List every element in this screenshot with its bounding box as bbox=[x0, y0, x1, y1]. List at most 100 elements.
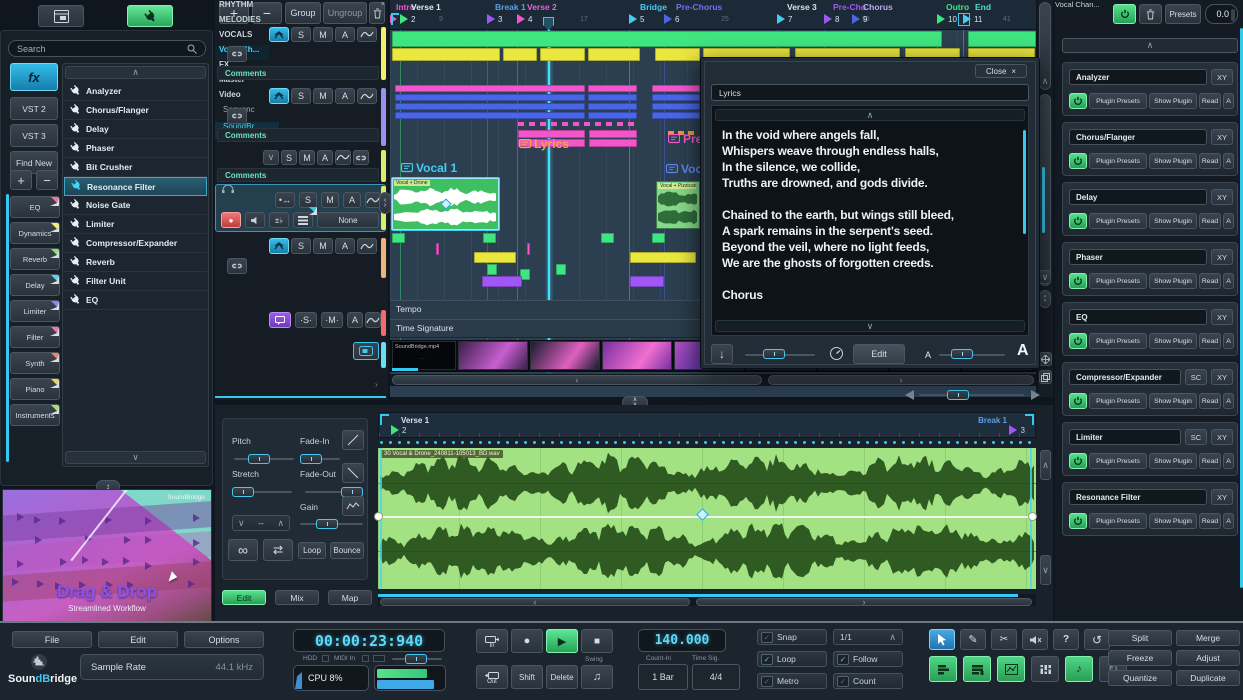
rack-presets-button[interactable]: Presets bbox=[1165, 4, 1201, 24]
category-dynamics[interactable]: Dynamics bbox=[10, 222, 60, 244]
pattern-clip[interactable] bbox=[630, 252, 696, 263]
hscroll-left-piece[interactable]: ‹ bbox=[392, 375, 762, 385]
plugin-presets-button[interactable]: Plugin Presets bbox=[1089, 93, 1147, 109]
menu-edit[interactable]: Edit bbox=[98, 631, 178, 648]
pattern-clip[interactable] bbox=[652, 85, 700, 92]
pattern-clip[interactable] bbox=[395, 112, 585, 119]
show-plugin-button[interactable]: Show Plugin bbox=[1149, 93, 1197, 109]
vsplitter-handle[interactable]: ‹› bbox=[1039, 290, 1051, 308]
slot-power-button[interactable] bbox=[1069, 153, 1087, 169]
slot-power-button[interactable] bbox=[1069, 333, 1087, 349]
plugin-item-limiter[interactable]: Limiter bbox=[64, 215, 207, 234]
comments-bar[interactable]: Comments bbox=[217, 66, 379, 80]
rack-slot-name[interactable]: Phaser bbox=[1069, 249, 1207, 265]
editor-hscrollbar[interactable]: ‹ › bbox=[378, 594, 1036, 606]
scissors-tool[interactable]: ✂ bbox=[991, 629, 1017, 650]
section-marker[interactable] bbox=[937, 14, 945, 24]
pattern-clip[interactable] bbox=[588, 112, 637, 119]
pattern-clip[interactable] bbox=[436, 243, 439, 255]
slot-power-button[interactable] bbox=[1069, 273, 1087, 289]
select-tool[interactable] bbox=[929, 629, 955, 650]
track-auto-button[interactable]: A bbox=[317, 150, 333, 165]
track-auto-button[interactable]: A bbox=[335, 238, 355, 254]
video-thumbnail[interactable] bbox=[602, 341, 672, 370]
plugin-presets-button[interactable]: Plugin Presets bbox=[1089, 333, 1147, 349]
audio-clip[interactable]: Vocal + Drone bbox=[392, 178, 499, 230]
slot-auto-button[interactable]: A bbox=[1223, 93, 1234, 109]
checkbox-metro[interactable]: ✓Metro bbox=[757, 673, 827, 689]
time-sig-field[interactable]: 4/4 bbox=[692, 664, 740, 690]
section-marker[interactable] bbox=[400, 14, 408, 24]
track-automation-curve-button[interactable] bbox=[357, 88, 377, 104]
track-link-button[interactable] bbox=[227, 46, 247, 62]
vscroll-down-button[interactable]: ∨ bbox=[1039, 270, 1051, 284]
audio-clip[interactable]: Vocal + Pizzicato bbox=[656, 181, 700, 229]
close-button[interactable]: Close× bbox=[975, 64, 1027, 78]
promo-banner[interactable]: SoundBridge Drag & Drop Streamlined Work… bbox=[2, 489, 212, 629]
lyrics-slider1[interactable] bbox=[763, 349, 785, 359]
category-delay[interactable]: Delay bbox=[10, 274, 60, 296]
track-record-button[interactable]: ● bbox=[221, 212, 241, 228]
lyrics-scroll-down[interactable]: ∨ bbox=[715, 320, 1025, 332]
track-collapse-button[interactable] bbox=[269, 27, 289, 42]
search-input[interactable]: Search bbox=[8, 40, 206, 57]
slot-auto-button[interactable]: A bbox=[1223, 513, 1234, 529]
punch-in-button[interactable]: In bbox=[476, 629, 508, 653]
plugin-item-eq[interactable]: EQ bbox=[64, 291, 207, 310]
section-marker[interactable] bbox=[487, 14, 495, 24]
section-marker[interactable] bbox=[824, 14, 832, 24]
pattern-clip[interactable] bbox=[630, 276, 664, 287]
track-name-video[interactable]: Video bbox=[215, 90, 275, 105]
plugin-item-analyzer[interactable]: Analyzer bbox=[64, 82, 207, 101]
track-master-auto-button[interactable]: A bbox=[347, 312, 363, 328]
plugin-item-compressor-expander[interactable]: Compressor/Expander bbox=[64, 234, 207, 253]
read-button[interactable]: Read bbox=[1199, 393, 1221, 409]
grid-size-dropdown[interactable]: 1/1∧ bbox=[833, 629, 903, 645]
slot-power-button[interactable] bbox=[1069, 213, 1087, 229]
slot-power-button[interactable] bbox=[1069, 453, 1087, 469]
lyrics-edit-button[interactable]: Edit bbox=[853, 344, 905, 364]
show-plugin-button[interactable]: Show Plugin bbox=[1149, 333, 1197, 349]
pan-tool-icon[interactable] bbox=[1039, 352, 1052, 366]
pitch-slider[interactable] bbox=[248, 454, 270, 464]
show-plugin-button[interactable]: Show Plugin bbox=[1149, 513, 1197, 529]
action-quantize[interactable]: Quantize bbox=[1108, 670, 1172, 686]
add-category-button[interactable]: + bbox=[10, 170, 32, 190]
piano-roll-button[interactable] bbox=[929, 656, 957, 682]
show-plugin-button[interactable]: Show Plugin bbox=[1149, 213, 1197, 229]
time-display[interactable]: 00:00:23:940 bbox=[293, 629, 445, 652]
action-duplicate[interactable]: Duplicate bbox=[1176, 670, 1240, 686]
rack-slot-name[interactable]: Delay bbox=[1069, 189, 1207, 205]
category-eq[interactable]: EQ bbox=[10, 196, 60, 218]
stretch-slider[interactable] bbox=[232, 487, 254, 497]
pattern-clip[interactable] bbox=[652, 94, 700, 101]
lanes-editor-button[interactable] bbox=[963, 656, 991, 682]
plugin-presets-button[interactable]: Plugin Presets bbox=[1089, 513, 1147, 529]
rack-slot-name[interactable]: Resonance Filter bbox=[1069, 489, 1207, 505]
rack-delete-button[interactable] bbox=[1139, 4, 1162, 24]
track-automation-curve-button[interactable] bbox=[335, 150, 351, 165]
pattern-clip[interactable] bbox=[652, 103, 700, 110]
track-lane-list-button[interactable] bbox=[293, 212, 313, 228]
action-split[interactable]: Split bbox=[1108, 630, 1172, 646]
plugin-presets-button[interactable]: Plugin Presets bbox=[1089, 393, 1147, 409]
category-limiter[interactable]: Limiter bbox=[10, 300, 60, 322]
pattern-clip[interactable] bbox=[589, 130, 637, 138]
xy-button[interactable]: XY bbox=[1211, 369, 1233, 385]
plugin-item-chorus-flanger[interactable]: Chorus/Flanger bbox=[64, 101, 207, 120]
tab-close-icon[interactable]: × bbox=[381, 1, 385, 8]
track-solo-button[interactable]: S bbox=[291, 88, 311, 104]
vscroll-top-piece[interactable]: ∧ bbox=[1039, 2, 1051, 90]
gain-slider[interactable] bbox=[316, 519, 338, 529]
plugin-presets-button[interactable]: Plugin Presets bbox=[1089, 273, 1147, 289]
count-in-field[interactable]: 1 Bar bbox=[638, 664, 688, 690]
track-automation-curve-button[interactable] bbox=[357, 238, 377, 254]
track-name-melodies[interactable]: MELODIES bbox=[215, 15, 265, 30]
track-move-button[interactable]: •↔ bbox=[275, 192, 295, 208]
playhead-flag[interactable] bbox=[543, 17, 554, 30]
pattern-clip[interactable] bbox=[601, 233, 614, 243]
category-reverb[interactable]: Reverb bbox=[10, 248, 60, 270]
track-auto-button[interactable]: A bbox=[343, 192, 361, 208]
comments-bar[interactable]: Comments bbox=[217, 168, 379, 182]
read-button[interactable]: Read bbox=[1199, 513, 1221, 529]
